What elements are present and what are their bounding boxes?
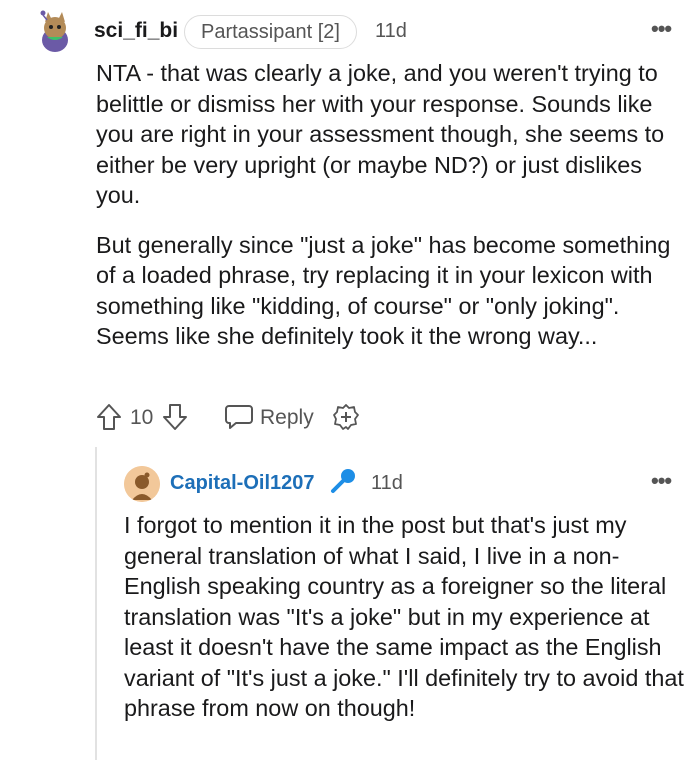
reply-username[interactable]: Capital-Oil1207 (170, 472, 315, 495)
upvote-icon[interactable] (96, 403, 122, 431)
timestamp: 11d (375, 20, 407, 42)
comment-actions: 10 Reply (96, 400, 496, 434)
reply-icon[interactable] (224, 404, 254, 430)
reply-user-avatar[interactable] (124, 466, 160, 502)
downvote-icon[interactable] (162, 403, 188, 431)
comment-paragraph: But generally since "just a joke" has be… (96, 231, 671, 350)
reply-timestamp: 11d (371, 472, 403, 494)
username[interactable]: sci_fi_bi (94, 19, 178, 43)
user-avatar[interactable] (34, 10, 76, 54)
more-options-icon[interactable]: ••• (651, 16, 672, 42)
microphone-icon (328, 466, 358, 501)
reply-body: I forgot to mention it in the post but t… (124, 512, 684, 721)
comment-body: NTA - that was clearly a joke, and you w… (96, 58, 686, 371)
award-icon[interactable] (332, 403, 360, 431)
reply-button[interactable]: Reply (260, 406, 314, 430)
user-flair: Partassipant [2] (184, 15, 357, 49)
vote-count: 10 (130, 406, 154, 429)
reply-more-options-icon[interactable]: ••• (651, 468, 672, 494)
comment-paragraph: NTA - that was clearly a joke, and you w… (96, 60, 665, 208)
thread-line[interactable] (95, 447, 97, 760)
